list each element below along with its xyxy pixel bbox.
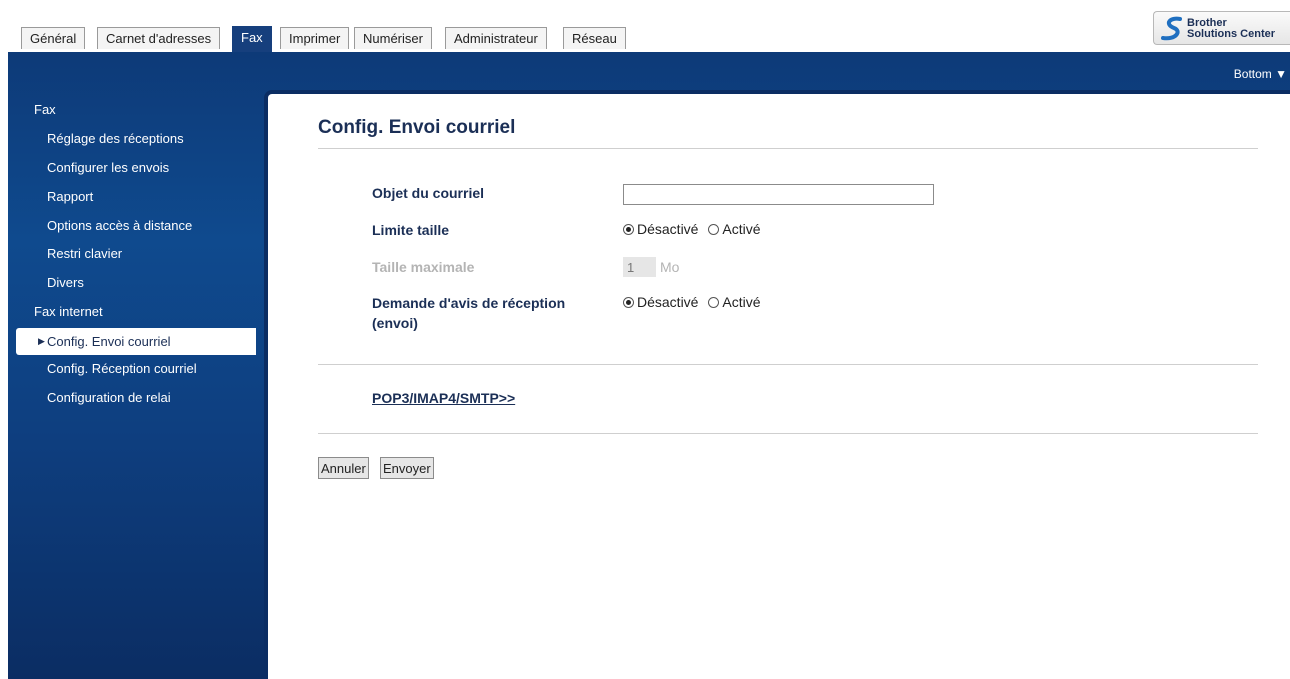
size-limit-label: Limite taille (372, 222, 450, 238)
top-tab-bar: Général Carnet d'adresses Fax Imprimer N… (0, 0, 1290, 52)
sidebar-item-send-settings[interactable]: Configurer les envois (47, 160, 169, 175)
caret-right-icon: ▶ (38, 336, 45, 346)
receipt-request-label-line2: (envoi) (372, 315, 418, 331)
sidebar-item-misc[interactable]: Divers (47, 275, 84, 290)
bottom-link[interactable]: Bottom ▼ (1234, 67, 1287, 81)
divider (318, 148, 1258, 149)
size-limit-on-radio[interactable] (708, 224, 720, 235)
sidebar-item-label: Config. Envoi courriel (47, 334, 171, 349)
cancel-button[interactable]: Annuler (318, 457, 369, 479)
brother-solutions-center-logo[interactable]: Brother Solutions Center (1153, 11, 1290, 45)
receipt-request-radio-group: Désactivé Activé (623, 294, 766, 310)
sidebar-item-remote-access[interactable]: Options accès à distance (47, 218, 192, 233)
max-size-unit: Mo (660, 259, 680, 275)
brother-s-icon (1161, 16, 1182, 41)
divider (318, 433, 1258, 434)
sidebar-section-fax[interactable]: Fax (34, 102, 56, 117)
logo-line2: Solutions Center (1187, 28, 1276, 40)
receipt-off-label[interactable]: Désactivé (637, 294, 698, 310)
tab-general[interactable]: Général (21, 27, 86, 49)
page-title: Config. Envoi courriel (318, 117, 516, 138)
subject-label: Objet du courriel (372, 185, 485, 201)
size-limit-off-label[interactable]: Désactivé (637, 221, 698, 237)
receipt-request-label-line1: Demande d'avis de réception (372, 295, 566, 311)
size-limit-radio-group: Désactivé Activé (623, 221, 766, 237)
pop3-imap4-smtp-link[interactable]: POP3/IMAP4/SMTP>> (372, 390, 515, 406)
tab-print[interactable]: Imprimer (280, 27, 350, 49)
receipt-on-radio[interactable] (708, 297, 720, 308)
size-limit-on-label[interactable]: Activé (722, 221, 760, 237)
tab-administrator[interactable]: Administrateur (445, 27, 547, 49)
tab-scan[interactable]: Numériser (354, 27, 432, 49)
tab-network[interactable]: Réseau (563, 27, 626, 49)
divider (318, 364, 1258, 365)
sidebar-section-internet-fax[interactable]: Fax internet (34, 304, 103, 319)
receipt-request-label: Demande d'avis de réception (envoi) (372, 293, 565, 333)
sidebar-item-email-send-config[interactable]: ▶ Config. Envoi courriel (16, 328, 256, 355)
size-limit-off-radio[interactable] (623, 224, 634, 235)
sidebar-item-report[interactable]: Rapport (47, 189, 93, 204)
sidebar-item-keypad-restriction[interactable]: Restri clavier (47, 246, 122, 261)
sidebar-item-relay-config[interactable]: Configuration de relai (47, 390, 171, 405)
sidebar-item-email-receive-config[interactable]: Config. Réception courriel (47, 361, 197, 376)
content-panel (264, 90, 1290, 679)
receipt-on-label[interactable]: Activé (722, 294, 760, 310)
max-size-label: Taille maximale (372, 259, 475, 275)
tab-fax[interactable]: Fax (232, 26, 272, 52)
submit-button[interactable]: Envoyer (380, 457, 434, 479)
receipt-off-radio[interactable] (623, 297, 634, 308)
max-size-input[interactable] (623, 257, 656, 277)
tab-address-book[interactable]: Carnet d'adresses (97, 27, 221, 49)
subject-input[interactable] (623, 184, 934, 205)
sidebar-item-reception-settings[interactable]: Réglage des réceptions (47, 131, 184, 146)
